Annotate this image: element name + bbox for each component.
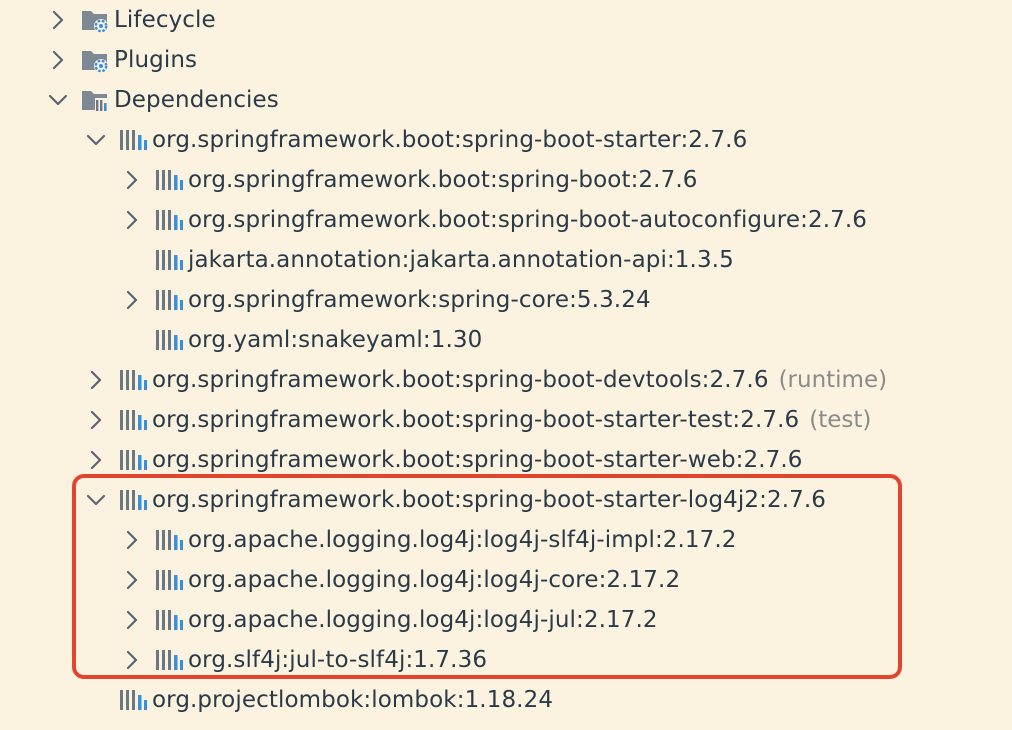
chevron-right-icon[interactable] xyxy=(46,48,70,72)
dependency-item[interactable]: org.springframework.boot:spring-boot-sta… xyxy=(84,440,803,480)
chevron-right-icon[interactable] xyxy=(120,568,144,592)
node-label: org.springframework.boot:spring-boot-dev… xyxy=(152,367,769,393)
node-label: org.springframework.boot:spring-boot-sta… xyxy=(152,127,748,153)
library-icon xyxy=(154,607,184,633)
node-label: org.slf4j:jul-to-slf4j:1.7.36 xyxy=(188,647,488,673)
node-label: org.springframework.boot:spring-boot-sta… xyxy=(152,447,803,473)
dependency-item[interactable]: jakarta.annotation:jakarta.annotation-ap… xyxy=(120,240,734,280)
tree-node-dependencies[interactable]: Dependencies xyxy=(46,80,279,120)
chevron-right-icon[interactable] xyxy=(84,368,108,392)
chevron-right-icon[interactable] xyxy=(120,288,144,312)
library-icon xyxy=(154,647,184,673)
node-label: org.projectlombok:lombok:1.18.24 xyxy=(152,687,554,713)
library-icon xyxy=(118,487,148,513)
maven-project-tree: Lifecycle Plugins Dependencies org.sprin… xyxy=(0,0,1012,730)
folder-gear-icon xyxy=(80,7,110,33)
library-icon xyxy=(118,447,148,473)
node-label: org.springframework:spring-core:5.3.24 xyxy=(188,287,651,313)
library-icon xyxy=(154,167,184,193)
tree-node-plugins[interactable]: Plugins xyxy=(46,40,197,80)
scope-label: (runtime) xyxy=(778,367,888,393)
node-label: org.springframework.boot:spring-boot:2.7… xyxy=(188,167,698,193)
dependency-item[interactable]: org.projectlombok:lombok:1.18.24 xyxy=(84,680,553,720)
chevron-down-icon[interactable] xyxy=(84,128,108,152)
library-icon xyxy=(154,247,184,273)
chevron-right-icon[interactable] xyxy=(84,448,108,472)
node-label: org.yaml:snakeyaml:1.30 xyxy=(188,327,483,353)
node-label: Dependencies xyxy=(114,87,279,113)
dependency-item[interactable]: org.slf4j:jul-to-slf4j:1.7.36 xyxy=(120,640,487,680)
dependency-item[interactable]: org.springframework:spring-core:5.3.24 xyxy=(120,280,651,320)
library-icon xyxy=(154,287,184,313)
dependency-item[interactable]: org.apache.logging.log4j:log4j-core:2.17… xyxy=(120,560,680,600)
dependency-item[interactable]: org.springframework.boot:spring-boot:2.7… xyxy=(120,160,697,200)
library-icon xyxy=(118,367,148,393)
folder-library-icon xyxy=(80,87,110,113)
chevron-down-icon[interactable] xyxy=(84,488,108,512)
dependency-item[interactable]: org.yaml:snakeyaml:1.30 xyxy=(120,320,482,360)
chevron-right-icon[interactable] xyxy=(120,648,144,672)
library-icon xyxy=(154,527,184,553)
node-label: org.apache.logging.log4j:log4j-slf4j-imp… xyxy=(188,527,737,553)
chevron-down-icon[interactable] xyxy=(46,88,70,112)
library-icon xyxy=(118,687,148,713)
library-icon xyxy=(154,327,184,353)
node-label: org.springframework.boot:spring-boot-sta… xyxy=(152,487,826,513)
node-label: org.springframework.boot:spring-boot-sta… xyxy=(152,407,800,433)
dependency-item[interactable]: org.springframework.boot:spring-boot-aut… xyxy=(120,200,867,240)
dependency-item[interactable]: org.apache.logging.log4j:log4j-slf4j-imp… xyxy=(120,520,737,560)
node-label: org.apache.logging.log4j:log4j-core:2.17… xyxy=(188,567,681,593)
dependency-item[interactable]: org.springframework.boot:spring-boot-sta… xyxy=(84,480,826,520)
library-icon xyxy=(118,127,148,153)
dependency-item[interactable]: org.springframework.boot:spring-boot-sta… xyxy=(84,400,871,440)
library-icon xyxy=(154,567,184,593)
dependency-item[interactable]: org.apache.logging.log4j:log4j-jul:2.17.… xyxy=(120,600,658,640)
folder-gear-icon xyxy=(80,47,110,73)
chevron-right-icon[interactable] xyxy=(120,608,144,632)
node-label: org.springframework.boot:spring-boot-aut… xyxy=(188,207,867,233)
chevron-right-icon[interactable] xyxy=(120,208,144,232)
chevron-right-icon[interactable] xyxy=(120,528,144,552)
chevron-right-icon[interactable] xyxy=(84,408,108,432)
scope-label: (test) xyxy=(809,407,872,433)
node-label: Plugins xyxy=(114,47,198,73)
library-icon xyxy=(118,407,148,433)
tree-node-lifecycle[interactable]: Lifecycle xyxy=(46,0,216,40)
dependency-item[interactable]: org.springframework.boot:spring-boot-dev… xyxy=(84,360,887,400)
node-label: Lifecycle xyxy=(114,7,216,33)
chevron-right-icon[interactable] xyxy=(46,8,70,32)
node-label: jakarta.annotation:jakarta.annotation-ap… xyxy=(188,247,734,273)
dependency-item[interactable]: org.springframework.boot:spring-boot-sta… xyxy=(84,120,747,160)
library-icon xyxy=(154,207,184,233)
chevron-right-icon[interactable] xyxy=(120,168,144,192)
node-label: org.apache.logging.log4j:log4j-jul:2.17.… xyxy=(188,607,658,633)
